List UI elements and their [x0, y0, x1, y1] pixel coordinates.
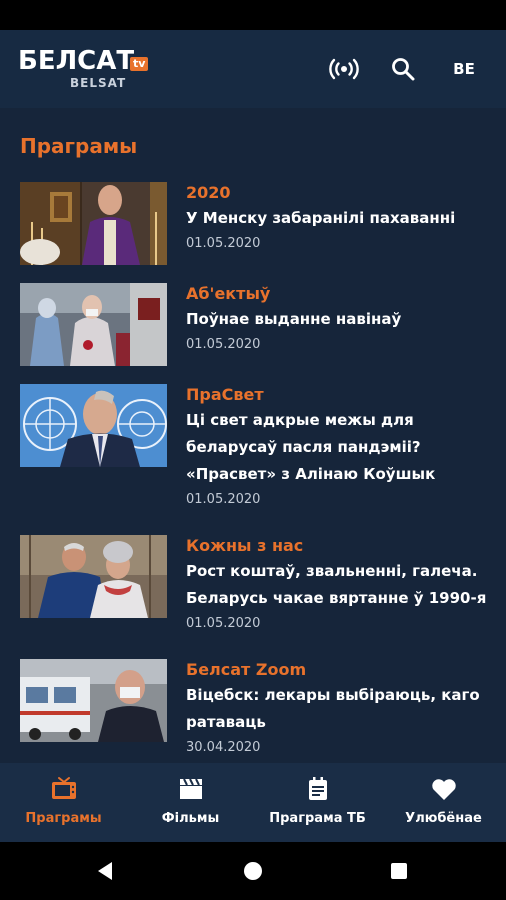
- bottom-navigation: Праграмы Фільмы Праграма ТБ Улюбёнае: [0, 763, 506, 842]
- system-navigation-bar: [0, 842, 506, 900]
- item-title: Поўнае выданне навінаў: [186, 310, 402, 328]
- item-date: 01.05.2020: [186, 492, 261, 507]
- item-date: 30.04.2020: [186, 740, 261, 755]
- thumbnail-image: [20, 659, 167, 742]
- thumbnail-image: [20, 283, 167, 366]
- search-icon: [392, 58, 415, 81]
- item-title: У Менску забаранілі пахаванні: [186, 209, 456, 227]
- film-clapper-icon: [179, 778, 202, 799]
- logo-main-text: БЕЛСАТ: [18, 46, 135, 76]
- home-circle-icon: [244, 862, 262, 880]
- thumbnail-image: [20, 384, 167, 467]
- section-title: Праграмы: [20, 134, 138, 158]
- app-screen: БЕЛСАТ tv BELSAT BE Праграмы 2020 У Менс…: [0, 30, 506, 842]
- search-button[interactable]: [386, 52, 420, 86]
- item-category: 2020: [186, 183, 231, 202]
- item-category: Аб'ектыў: [186, 284, 271, 303]
- item-date: 01.05.2020: [186, 337, 261, 352]
- schedule-icon: [308, 777, 327, 800]
- tab-favorites[interactable]: Улюбёнае: [381, 763, 506, 842]
- tab-films[interactable]: Фільмы: [127, 763, 254, 842]
- thumbnail-image: [20, 182, 167, 265]
- broadcast-icon: [329, 58, 359, 80]
- tab-label: Фільмы: [161, 811, 220, 826]
- recents-square-icon: [391, 863, 407, 879]
- logo-tv-badge: tv: [130, 57, 149, 71]
- logo-sub-text: BELSAT: [70, 76, 127, 90]
- item-category: ПраСвет: [186, 385, 264, 404]
- system-back-button[interactable]: [89, 855, 121, 887]
- system-home-button[interactable]: [237, 855, 269, 887]
- status-bar: [0, 0, 506, 30]
- item-title: Віцебск: лекары выбіраюць, каго ратаваць: [186, 686, 480, 731]
- item-title: Рост коштаў, звальненні, галеча. Беларус…: [186, 562, 487, 607]
- tab-label: Улюбёнае: [405, 811, 482, 826]
- system-recents-button[interactable]: [383, 855, 415, 887]
- tab-tv-schedule[interactable]: Праграма ТБ: [254, 763, 381, 842]
- tab-label: Праграма ТБ: [269, 811, 366, 826]
- heart-icon: [431, 779, 456, 800]
- belsat-logo[interactable]: БЕЛСАТ tv BELSAT: [18, 46, 158, 92]
- app-bar: БЕЛСАТ tv BELSAT BE: [0, 30, 506, 108]
- thumbnail-image: [20, 535, 167, 618]
- back-triangle-icon: [98, 862, 112, 880]
- tab-programs[interactable]: Праграмы: [0, 763, 127, 842]
- tv-icon: [51, 777, 76, 799]
- item-date: 01.05.2020: [186, 236, 261, 251]
- item-date: 01.05.2020: [186, 616, 261, 631]
- live-broadcast-button[interactable]: [327, 52, 361, 86]
- tab-label: Праграмы: [25, 811, 102, 826]
- item-category: Белсат Zoom: [186, 660, 307, 679]
- language-switch[interactable]: BE: [446, 58, 482, 80]
- item-title: Ці свет адкрые межы для беларусаў пасля …: [186, 411, 436, 483]
- item-category: Кожны з нас: [186, 536, 304, 555]
